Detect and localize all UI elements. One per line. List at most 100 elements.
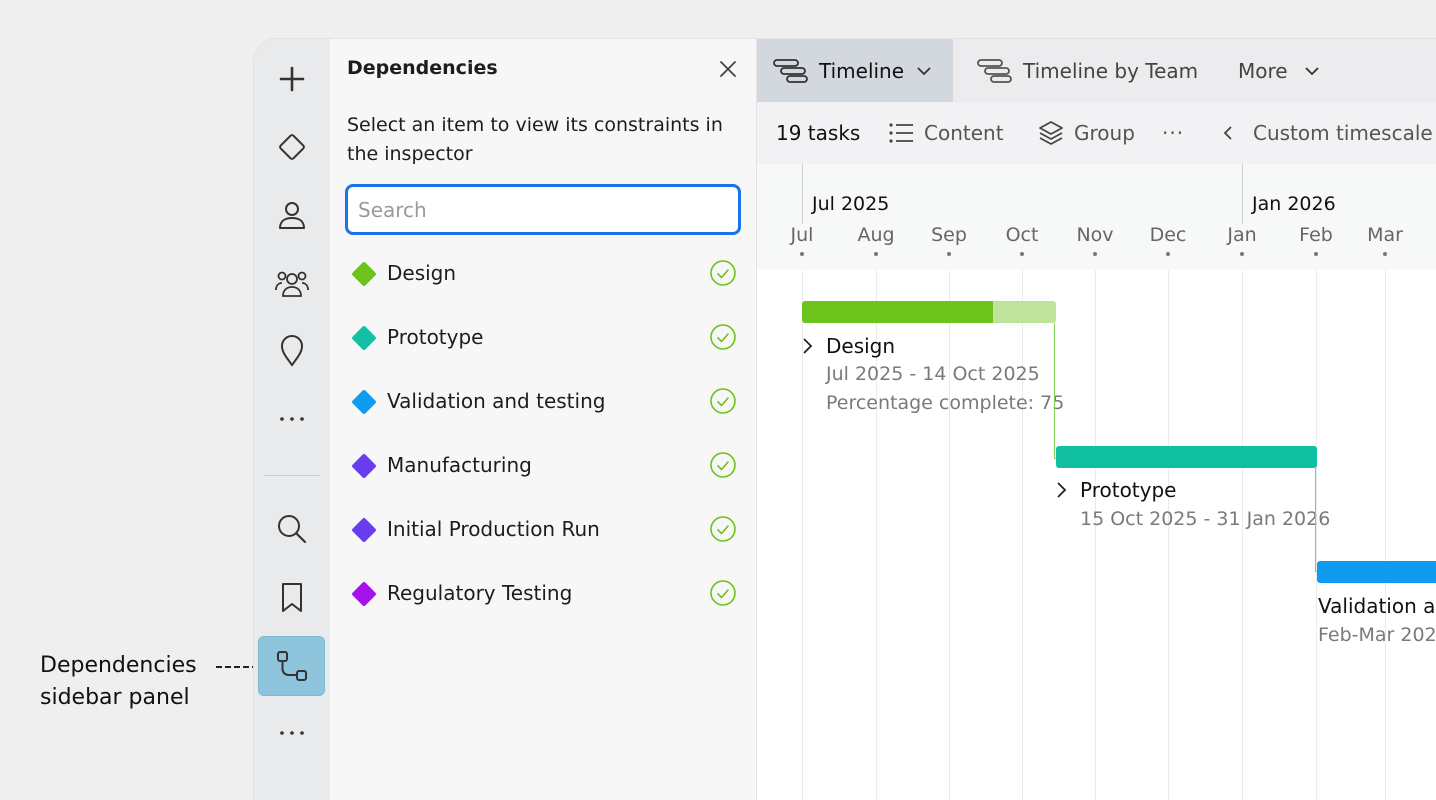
month-label: Nov [1076, 224, 1114, 246]
list-item[interactable]: Validation and testing [330, 375, 757, 431]
list-item[interactable]: Regulatory Testing [330, 567, 757, 623]
location-button[interactable] [258, 321, 325, 381]
layers-icon [1039, 121, 1063, 145]
chevron-down-icon [917, 66, 931, 75]
milestone-icon [351, 453, 377, 479]
dependencies-panel: Dependencies Select an item to view its … [330, 39, 757, 800]
list-item[interactable]: Design [330, 247, 757, 303]
add-icon [279, 66, 304, 92]
tab-timeline-by-team[interactable]: Timeline by Team [975, 39, 1198, 102]
month-label: Jan [1227, 224, 1257, 246]
month-label: Dec [1149, 224, 1187, 246]
tab-more[interactable]: More [1238, 39, 1330, 102]
toolbar-overflow-button[interactable]: ··· [1162, 102, 1184, 164]
list-item-label: Validation and testing [387, 389, 606, 413]
milestone-icon [351, 325, 377, 351]
view-tabs: Timeline Timeline by Team More [757, 39, 1436, 102]
timeline-ruler: Jul 2025 Jan 2026 Jul Aug Sep Oct Nov Dec Jan F… [757, 164, 1436, 270]
list-item[interactable]: Initial Production Run [330, 503, 757, 559]
milestone-icon [351, 581, 377, 607]
dependency-connector [1054, 323, 1055, 459]
milestone-button[interactable] [258, 117, 325, 177]
task-bar-remaining [993, 301, 1056, 323]
check-circle-icon [710, 324, 736, 350]
grid-line [1168, 270, 1169, 800]
year-label: Jul 2025 [812, 193, 890, 215]
more-button-bottom[interactable] [258, 703, 325, 763]
app-window: Dependencies Select an item to view its … [254, 39, 1436, 800]
dependencies-button[interactable] [258, 636, 325, 696]
grid-line [1316, 270, 1317, 800]
list-item-label: Prototype [387, 325, 484, 349]
search-input[interactable] [345, 184, 741, 235]
chevron-down-icon [1304, 66, 1319, 75]
annotation-line2: sidebar panel [40, 685, 190, 710]
close-panel-button[interactable] [714, 55, 742, 83]
task-bar-prototype[interactable] [1056, 446, 1317, 468]
task-dates: 15 Oct 2025 - 31 Jan 2026 [1080, 508, 1331, 530]
more-button-top[interactable] [258, 389, 325, 449]
task-count: 19 tasks [776, 121, 861, 145]
search-icon [277, 515, 306, 544]
check-circle-icon [710, 388, 736, 414]
list-item-label: Design [387, 261, 457, 285]
task-bar-progress [802, 301, 993, 323]
grid-line [1022, 270, 1023, 800]
task-name: Prototype [1080, 478, 1177, 502]
year-label: Jan 2026 [1252, 193, 1336, 215]
tab-timeline[interactable]: Timeline [757, 39, 953, 102]
list-item-label: Initial Production Run [387, 517, 600, 541]
check-circle-icon [710, 580, 736, 606]
list-icon [889, 123, 913, 143]
list-item-label: Manufacturing [387, 453, 532, 477]
panel-title: Dependencies [347, 57, 498, 79]
milestone-icon [351, 261, 377, 287]
dependency-connector [1315, 468, 1316, 572]
list-item[interactable]: Manufacturing [330, 439, 757, 495]
timescale-button[interactable]: Custom timescale [1219, 102, 1433, 164]
month-tick [1383, 252, 1387, 256]
group-label: Group [1074, 121, 1135, 145]
milestone-icon [351, 517, 377, 543]
month-tick [1240, 252, 1244, 256]
list-item-label: Regulatory Testing [387, 581, 573, 605]
chevron-left-icon [1223, 126, 1232, 140]
year-divider [802, 164, 803, 224]
team-button[interactable] [258, 253, 325, 313]
search-button[interactable] [258, 499, 325, 559]
month-tick [800, 252, 804, 256]
task-bar-design[interactable] [802, 301, 1056, 323]
task-bar-validation[interactable] [1317, 561, 1436, 583]
content-label: Content [924, 121, 1004, 145]
timeline-toolbar: 19 tasks Content Group ··· Custom timesc… [757, 102, 1436, 164]
more-icon [279, 417, 304, 421]
rail-divider [264, 475, 320, 476]
panel-hint: Select an item to view its constraints i… [347, 114, 723, 165]
icon-rail [254, 39, 330, 800]
group-button[interactable]: Group [1037, 102, 1135, 164]
bookmark-button[interactable] [258, 567, 325, 627]
month-tick [1314, 252, 1318, 256]
timeline-icon [977, 58, 1012, 83]
add-button[interactable] [258, 49, 325, 109]
person-button[interactable] [258, 185, 325, 245]
location-icon [280, 335, 303, 367]
month-tick [1093, 252, 1097, 256]
check-circle-icon [710, 260, 736, 286]
timeline-icon [773, 58, 808, 83]
content-button[interactable]: Content [887, 102, 1004, 164]
timescale-label: Custom timescale [1253, 121, 1433, 145]
task-dates: Feb-Mar 2026 [1318, 624, 1436, 646]
task-dates: Jul 2025 - 14 Oct 2025 [826, 363, 1040, 385]
list-item[interactable]: Prototype [330, 311, 757, 367]
annotation-leader-line [216, 666, 258, 668]
month-tick [1166, 252, 1170, 256]
tab-more-label: More [1238, 58, 1288, 83]
bookmark-icon [281, 583, 302, 612]
month-tick [947, 252, 951, 256]
year-divider [1242, 164, 1243, 224]
chevron-right-icon[interactable] [1053, 480, 1069, 500]
chevron-right-icon[interactable] [799, 336, 815, 356]
team-icon [274, 271, 309, 297]
task-progress-text: Percentage complete: 75 [826, 392, 1065, 414]
